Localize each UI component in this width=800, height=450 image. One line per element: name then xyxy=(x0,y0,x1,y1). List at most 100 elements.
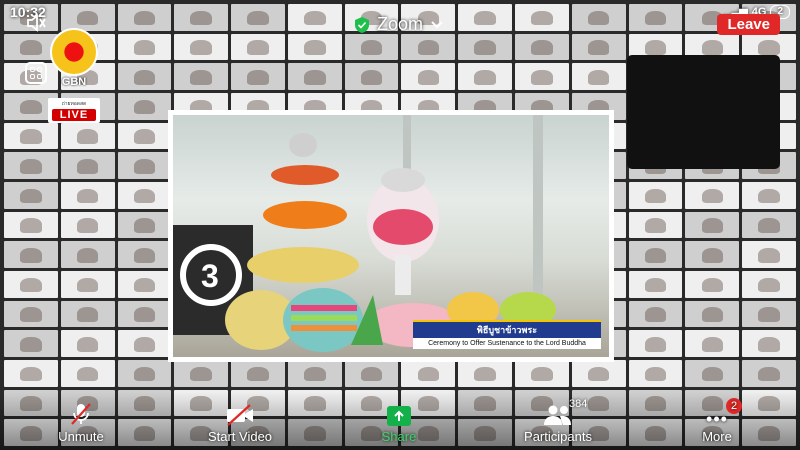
participant-tile[interactable] xyxy=(4,330,58,357)
participant-tile[interactable] xyxy=(4,122,58,150)
participant-tile[interactable] xyxy=(742,181,796,209)
participant-tile[interactable] xyxy=(742,241,796,268)
participant-tile[interactable] xyxy=(742,211,796,239)
participant-tile[interactable] xyxy=(458,33,513,61)
participant-tile[interactable] xyxy=(4,211,58,239)
participant-tile[interactable] xyxy=(628,300,683,328)
ceremony-video-frame: 3 พิธีบูชาข้าวพระ Ceremony to Offer Sust… xyxy=(173,115,609,357)
participant-tile[interactable] xyxy=(685,211,740,239)
participant-tile[interactable] xyxy=(742,330,796,357)
participant-tile[interactable] xyxy=(458,63,513,90)
participant-tile[interactable] xyxy=(344,359,399,387)
meeting-header[interactable]: Zoom xyxy=(355,14,443,35)
participant-tile[interactable] xyxy=(287,63,342,90)
participant-tile[interactable] xyxy=(174,33,229,61)
participant-tile[interactable] xyxy=(515,359,569,387)
participant-tile[interactable] xyxy=(4,152,58,179)
start-video-label: Start Video xyxy=(207,429,273,444)
participant-tile[interactable] xyxy=(60,152,115,179)
participant-tile[interactable] xyxy=(344,63,399,90)
participant-tile[interactable] xyxy=(60,181,115,209)
participant-tile[interactable] xyxy=(4,359,58,387)
participant-tile[interactable] xyxy=(231,359,285,387)
participant-tile[interactable] xyxy=(515,33,569,61)
more-label: More xyxy=(702,429,732,444)
participant-tile[interactable] xyxy=(628,211,683,239)
participant-tile[interactable] xyxy=(174,359,229,387)
participant-tile[interactable] xyxy=(117,211,172,239)
participant-tile[interactable] xyxy=(60,241,115,268)
participant-tile[interactable] xyxy=(60,122,115,150)
participant-tile[interactable] xyxy=(117,330,172,357)
participant-tile[interactable] xyxy=(231,33,285,61)
participant-tile[interactable] xyxy=(4,241,58,268)
share-label: Share xyxy=(381,429,417,444)
participant-tile[interactable] xyxy=(401,359,456,387)
participant-tile[interactable] xyxy=(117,241,172,268)
share-button[interactable]: Share xyxy=(344,402,454,444)
participant-tile[interactable] xyxy=(4,270,58,298)
participant-tile[interactable] xyxy=(685,241,740,268)
participant-tile[interactable] xyxy=(287,359,342,387)
gallery-view-icon[interactable] xyxy=(25,62,47,84)
participant-tile[interactable] xyxy=(742,359,796,387)
participant-tile[interactable] xyxy=(628,330,683,357)
participant-tile[interactable] xyxy=(401,33,456,61)
participant-tile[interactable] xyxy=(117,270,172,298)
participant-tile[interactable] xyxy=(117,181,172,209)
participant-tile[interactable] xyxy=(742,300,796,328)
participant-tile[interactable] xyxy=(117,33,172,61)
participant-tile[interactable] xyxy=(60,300,115,328)
participant-tile[interactable] xyxy=(174,63,229,90)
participant-tile[interactable] xyxy=(685,270,740,298)
participant-tile[interactable] xyxy=(117,152,172,179)
logo-emblem xyxy=(50,28,98,76)
participant-tile[interactable] xyxy=(117,122,172,150)
participant-tile[interactable] xyxy=(60,359,115,387)
participant-tile[interactable] xyxy=(685,330,740,357)
participant-tile[interactable] xyxy=(628,359,683,387)
meeting-toolbar: Unmute Start Video Share 384 Participant… xyxy=(0,392,800,450)
participant-tile[interactable] xyxy=(4,300,58,328)
participant-tile[interactable] xyxy=(685,359,740,387)
shared-screen: 3 พิธีบูชาข้าวพระ Ceremony to Offer Sust… xyxy=(168,110,614,362)
more-notification-badge: 2 xyxy=(726,398,742,414)
participant-tile[interactable] xyxy=(287,33,342,61)
participant-tile[interactable] xyxy=(117,300,172,328)
more-dots-icon: ••• xyxy=(706,409,728,429)
participant-tile[interactable] xyxy=(4,181,58,209)
participant-tile[interactable] xyxy=(458,359,513,387)
participant-tile[interactable] xyxy=(685,181,740,209)
participant-tile[interactable] xyxy=(231,63,285,90)
participant-tile[interactable] xyxy=(344,33,399,61)
participant-tile[interactable] xyxy=(628,181,683,209)
unmute-button[interactable]: Unmute xyxy=(26,402,136,444)
participant-tile[interactable] xyxy=(571,359,626,387)
speaker-icon[interactable] xyxy=(25,12,47,34)
meeting-title: Zoom xyxy=(377,14,424,34)
participant-tile[interactable] xyxy=(628,270,683,298)
participant-tile[interactable] xyxy=(628,241,683,268)
self-view-video[interactable] xyxy=(627,55,780,169)
participant-tile[interactable] xyxy=(117,63,172,90)
participant-tile[interactable] xyxy=(60,270,115,298)
unmute-label: Unmute xyxy=(58,429,104,444)
caption-english: Ceremony to Offer Sustenance to the Lord… xyxy=(413,338,601,349)
live-badge: ถ่ายทอดสด LIVE xyxy=(48,98,100,123)
participant-tile[interactable] xyxy=(571,63,626,90)
participant-tile[interactable] xyxy=(742,270,796,298)
scene-number: 3 xyxy=(201,258,219,294)
participant-tile[interactable] xyxy=(401,63,456,90)
participant-tile[interactable] xyxy=(117,359,172,387)
participants-button[interactable]: 384 Participants xyxy=(503,398,613,444)
participant-tile[interactable] xyxy=(515,63,569,90)
participant-tile[interactable] xyxy=(117,92,172,120)
participant-tile[interactable] xyxy=(571,33,626,61)
leave-button[interactable]: Leave xyxy=(717,14,780,35)
participant-tile[interactable] xyxy=(685,300,740,328)
participant-tile[interactable] xyxy=(60,330,115,357)
start-video-button[interactable]: Start Video xyxy=(185,402,295,444)
more-button[interactable]: ••• 2 More xyxy=(662,398,772,444)
live-badge-caption: ถ่ายทอดสด xyxy=(61,101,87,107)
participant-tile[interactable] xyxy=(60,211,115,239)
